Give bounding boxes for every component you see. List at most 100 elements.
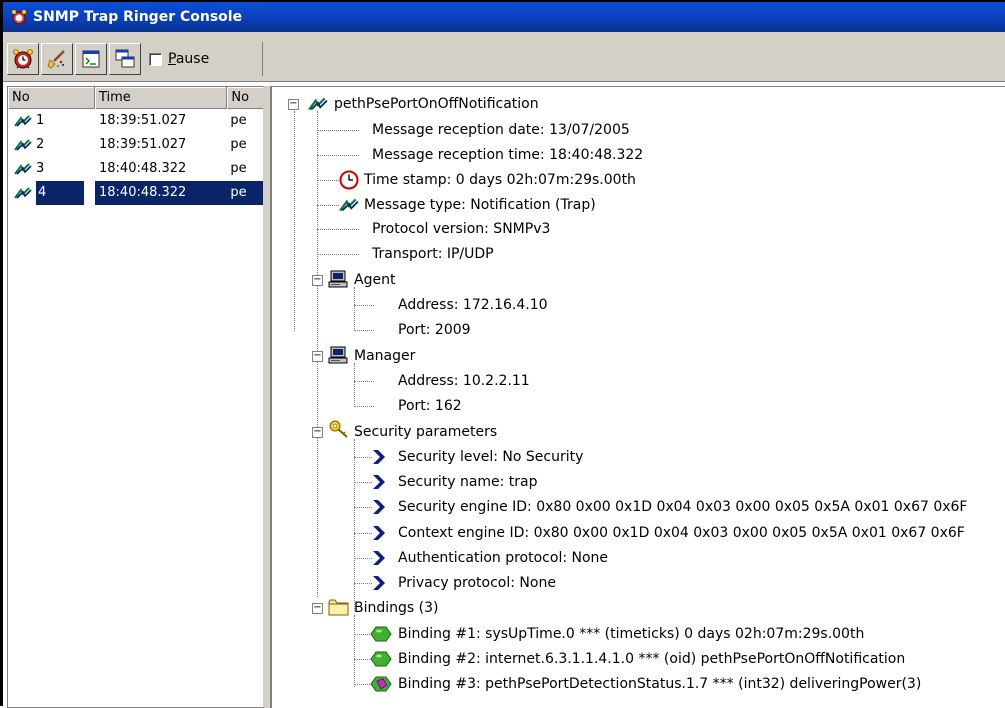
clear-button[interactable] — [41, 43, 73, 75]
agent-node[interactable]: Agent — [354, 269, 395, 291]
cascade-window-icon — [115, 49, 135, 68]
trap-list: No Time No 1 18:39:51.027 pe 2 18:39:51.… — [7, 86, 265, 708]
manager-collapse-toggle[interactable]: − — [312, 351, 323, 362]
trap-icon — [14, 187, 32, 199]
row-notification: pe — [230, 113, 247, 128]
privacy-protocol[interactable]: Privacy protocol: None — [398, 572, 556, 594]
reception-time[interactable]: Message reception time: 18:40:48.322 — [372, 144, 643, 166]
list-header: No Time No — [8, 87, 263, 109]
message-type[interactable]: Message type: Notification (Trap) — [364, 194, 596, 216]
trap-icon — [14, 139, 32, 151]
clear-brush-icon — [47, 50, 65, 69]
tree-line — [354, 381, 374, 382]
app-bell-icon — [12, 10, 26, 25]
config-button[interactable] — [75, 43, 107, 75]
tree-line — [317, 254, 359, 255]
agent-collapse-toggle[interactable]: − — [312, 275, 323, 286]
binding-int-icon — [370, 676, 392, 692]
security-level[interactable]: Security level: No Security — [398, 446, 583, 468]
pause-toggle[interactable]: Pause — [149, 51, 209, 67]
tree-line — [317, 229, 359, 230]
tree-line — [354, 439, 355, 611]
tree-line — [317, 205, 339, 206]
trap-icon — [14, 115, 32, 127]
binding-2[interactable]: Binding #2: internet.6.3.1.1.4.1.0 *** (… — [398, 648, 905, 670]
row-time: 18:40:48.322 — [95, 181, 228, 205]
row-number: 4 — [36, 181, 85, 205]
tree-line — [354, 615, 355, 687]
row-time: 18:40:48.322 — [99, 161, 187, 176]
tree-line — [317, 155, 359, 156]
authentication-protocol[interactable]: Authentication protocol: None — [398, 547, 608, 569]
column-header-time[interactable]: Time — [95, 87, 228, 109]
table-row[interactable]: 3 18:40:48.322 pe — [8, 157, 263, 181]
tree-line — [317, 130, 359, 131]
trap-icon — [14, 163, 32, 175]
tree-line — [354, 558, 372, 559]
table-row[interactable]: 1 18:39:51.027 pe — [8, 109, 263, 133]
row-number: 2 — [36, 137, 45, 152]
tree-line — [317, 180, 339, 181]
security-node[interactable]: Security parameters — [354, 421, 497, 443]
tree-root-notification[interactable]: pethPsePortOnOffNotification — [334, 93, 539, 115]
chevron-right-icon — [373, 526, 385, 540]
row-number: 3 — [36, 161, 45, 176]
timestamp[interactable]: Time stamp: 0 days 02h:07m:29s.00th — [364, 169, 636, 191]
security-engine-id[interactable]: Security engine ID: 0x80 0x00 0x1D 0x04 … — [398, 496, 967, 518]
chevron-right-icon — [373, 500, 385, 514]
app-window: SNMP Trap Ringer Console Pause No Time N… — [0, 0, 1005, 708]
manager-address[interactable]: Address: 10.2.2.11 — [398, 370, 530, 392]
table-row[interactable]: 2 18:39:51.027 pe — [8, 133, 263, 157]
tree-line — [294, 111, 295, 331]
key-icon — [329, 420, 348, 438]
bindings-collapse-toggle[interactable]: − — [312, 603, 323, 614]
column-header-notification[interactable]: No — [227, 87, 263, 109]
manager-node[interactable]: Manager — [354, 345, 415, 367]
row-time: 18:39:51.027 — [99, 113, 187, 128]
window-title: SNMP Trap Ringer Console — [33, 9, 243, 25]
tree-line — [354, 305, 374, 306]
tree-line — [354, 287, 355, 331]
trap-detail-tree: − pethPsePortOnOffNotification Message r… — [270, 86, 1005, 708]
table-row-selected[interactable]: 4 18:40:48.322 pe — [8, 181, 263, 205]
title-bar[interactable]: SNMP Trap Ringer Console — [3, 2, 1005, 32]
tree-line — [354, 482, 372, 483]
config-window-icon — [82, 50, 100, 68]
trap-icon — [339, 198, 359, 212]
toolbar: Pause — [3, 32, 1005, 82]
row-time: 18:39:51.027 — [99, 137, 187, 152]
tree-collapse-toggle[interactable]: − — [288, 99, 299, 110]
tree-line — [354, 507, 372, 508]
tree-line — [354, 330, 374, 331]
binding-value-icon — [370, 651, 392, 667]
tree-line — [354, 457, 372, 458]
column-header-no[interactable]: No — [8, 87, 95, 109]
agent-address[interactable]: Address: 172.16.4.10 — [398, 294, 548, 316]
windows-button[interactable] — [109, 43, 141, 75]
alarm-clock-icon — [13, 49, 33, 69]
clock-icon — [339, 170, 359, 190]
computer-icon — [328, 270, 348, 288]
pause-label: Pause — [168, 51, 210, 67]
alarm-button[interactable] — [7, 43, 39, 75]
folder-icon — [328, 599, 349, 616]
binding-1[interactable]: Binding #1: sysUpTime.0 *** (timeticks) … — [398, 623, 864, 645]
agent-port[interactable]: Port: 2009 — [398, 319, 471, 341]
context-engine-id[interactable]: Context engine ID: 0x80 0x00 0x1D 0x04 0… — [398, 522, 965, 544]
binding-3[interactable]: Binding #3: pethPsePortDetectionStatus.1… — [398, 673, 921, 695]
manager-port[interactable]: Port: 162 — [398, 395, 462, 417]
security-collapse-toggle[interactable]: − — [312, 427, 323, 438]
bindings-node[interactable]: Bindings (3) — [354, 597, 438, 619]
row-notification: pe — [230, 161, 247, 176]
row-number: 1 — [36, 113, 45, 128]
pause-checkbox[interactable] — [149, 52, 162, 66]
security-name[interactable]: Security name: trap — [398, 471, 538, 493]
tree-line — [354, 406, 374, 407]
transport[interactable]: Transport: IP/UDP — [372, 243, 494, 265]
tree-line — [354, 533, 372, 534]
chevron-right-icon — [373, 576, 385, 590]
reception-date[interactable]: Message reception date: 13/07/2005 — [372, 119, 630, 141]
protocol-version[interactable]: Protocol version: SNMPv3 — [372, 218, 550, 240]
trap-icon — [308, 97, 328, 111]
chevron-right-icon — [373, 450, 385, 464]
